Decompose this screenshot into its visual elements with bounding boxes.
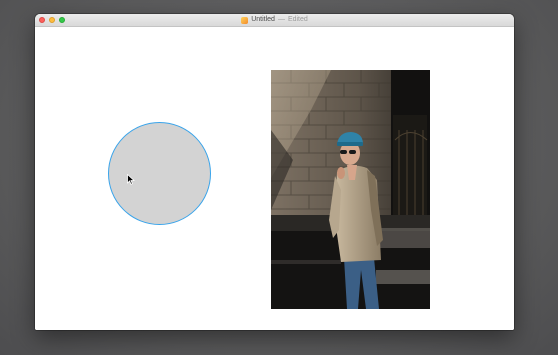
app-window[interactable]: Untitled — Edited xyxy=(35,14,514,330)
photo-artwork xyxy=(271,70,430,309)
document-status: Edited xyxy=(287,16,308,23)
pointer-cursor-icon xyxy=(127,174,135,185)
title-separator: — xyxy=(277,16,285,23)
drawing-canvas[interactable] xyxy=(35,27,514,330)
document-name: Untitled xyxy=(251,16,275,23)
title-bar[interactable]: Untitled — Edited xyxy=(35,14,514,27)
selected-circle-shape[interactable] xyxy=(108,122,211,225)
window-title: Untitled — Edited xyxy=(35,14,514,26)
photo-image[interactable] xyxy=(271,70,430,309)
document-icon xyxy=(241,16,249,24)
